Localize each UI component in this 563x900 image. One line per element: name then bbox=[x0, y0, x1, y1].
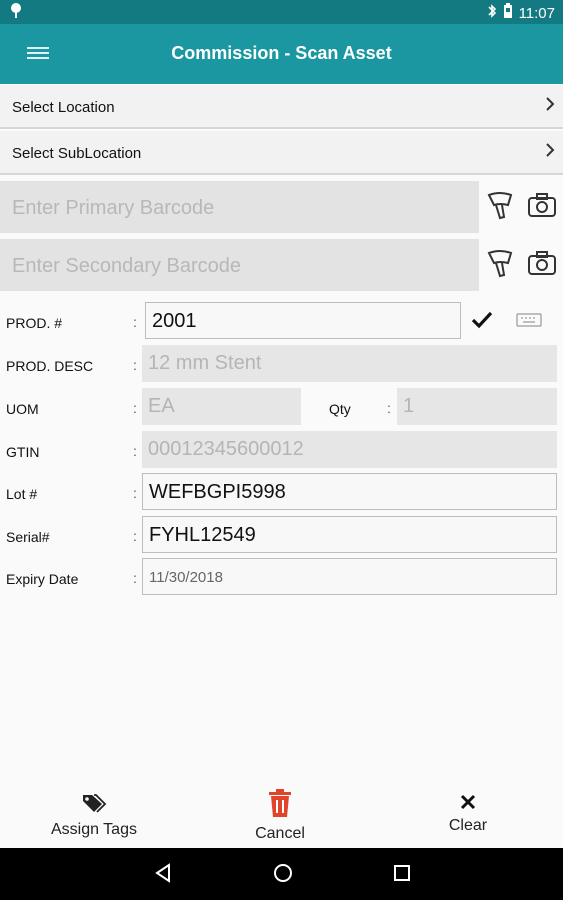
back-icon[interactable] bbox=[153, 862, 173, 889]
lot-label: Lot # bbox=[6, 486, 38, 502]
select-sublocation-label: Select SubLocation bbox=[12, 145, 142, 162]
tags-icon bbox=[44, 792, 144, 819]
prod-desc-field: 12 mm Stent bbox=[142, 345, 557, 382]
secondary-barcode-input[interactable]: Enter Secondary Barcode bbox=[0, 239, 479, 291]
chevron-right-icon bbox=[545, 95, 555, 118]
expiry-date-label: Expiry Date bbox=[6, 571, 79, 587]
barcode-scanner-icon[interactable] bbox=[486, 191, 518, 223]
system-nav-bar bbox=[0, 848, 563, 900]
gtin-label: GTIN bbox=[6, 444, 40, 460]
field-separator: : bbox=[133, 357, 137, 373]
prod-number-label: PROD. # bbox=[6, 315, 63, 331]
serial-label: Serial# bbox=[6, 529, 50, 545]
close-icon bbox=[433, 794, 503, 815]
cancel-button[interactable]: Cancel bbox=[240, 788, 320, 843]
status-bar: 11:07 bbox=[0, 0, 563, 24]
assign-tags-button[interactable]: Assign Tags bbox=[44, 792, 144, 839]
prod-number-input[interactable]: 2001 bbox=[145, 302, 461, 339]
field-separator: : bbox=[133, 443, 137, 459]
bottom-action-bar: Assign Tags Cancel Clear bbox=[0, 778, 563, 848]
chevron-right-icon bbox=[545, 141, 555, 164]
keyboard-icon[interactable] bbox=[515, 308, 547, 340]
select-location-row[interactable]: Select Location bbox=[0, 85, 563, 129]
cancel-label: Cancel bbox=[255, 825, 305, 842]
field-separator: : bbox=[133, 400, 137, 416]
field-separator: : bbox=[387, 400, 391, 416]
battery-icon bbox=[503, 3, 513, 23]
home-icon[interactable] bbox=[272, 862, 294, 889]
clear-button[interactable]: Clear bbox=[433, 794, 503, 835]
lot-input[interactable]: WEFBGPI5998 bbox=[142, 473, 557, 510]
bluetooth-icon bbox=[487, 3, 497, 23]
camera-icon[interactable] bbox=[527, 250, 559, 282]
camera-icon[interactable] bbox=[527, 192, 559, 224]
expiry-date-input[interactable]: 11/30/2018 bbox=[142, 558, 557, 595]
prod-desc-label: PROD. DESC bbox=[6, 358, 94, 374]
qty-label: Qty bbox=[329, 401, 351, 417]
uom-field: EA bbox=[142, 388, 301, 425]
field-separator: : bbox=[133, 528, 137, 544]
primary-barcode-input[interactable]: Enter Primary Barcode bbox=[0, 181, 479, 233]
page-title: Commission - Scan Asset bbox=[171, 43, 392, 63]
field-separator: : bbox=[133, 485, 137, 501]
select-sublocation-row[interactable]: Select SubLocation bbox=[0, 131, 563, 175]
secondary-barcode-placeholder: Enter Secondary Barcode bbox=[12, 255, 242, 277]
checkmark-icon[interactable] bbox=[470, 308, 502, 340]
field-separator: : bbox=[133, 314, 137, 330]
app-root: 11:07 Commission - Scan Asset Select Loc… bbox=[0, 0, 563, 900]
primary-barcode-placeholder: Enter Primary Barcode bbox=[12, 197, 215, 219]
recents-icon[interactable] bbox=[392, 862, 412, 889]
field-separator: : bbox=[133, 570, 137, 586]
barcode-scanner-icon[interactable] bbox=[486, 249, 518, 281]
uom-label: UOM bbox=[6, 401, 39, 417]
clock-time: 11:07 bbox=[518, 4, 555, 22]
location-pin-icon bbox=[10, 3, 22, 22]
gtin-field: 00012345600012 bbox=[142, 431, 557, 468]
assign-tags-label: Assign Tags bbox=[51, 821, 137, 838]
trash-icon bbox=[240, 788, 320, 823]
select-location-label: Select Location bbox=[12, 99, 115, 116]
app-bar: Commission - Scan Asset bbox=[0, 24, 563, 84]
serial-input[interactable]: FYHL12549 bbox=[142, 516, 557, 553]
qty-field: 1 bbox=[397, 388, 557, 425]
clear-label: Clear bbox=[448, 817, 488, 834]
